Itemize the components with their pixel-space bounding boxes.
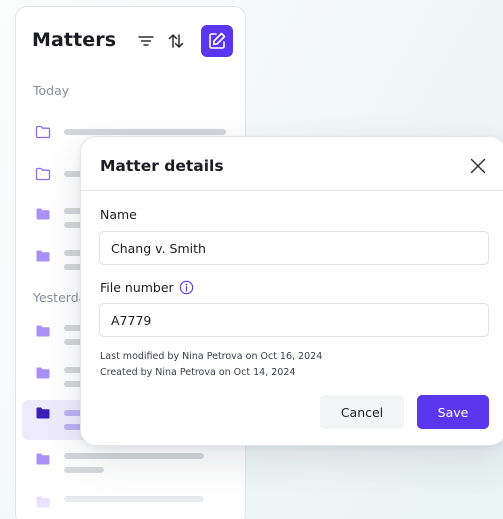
file-number-input[interactable] [99,303,489,337]
matter-details-dialog: Matter details Name File number Last mod… [80,136,503,446]
folder-icon [36,250,50,262]
name-label: Name [100,207,137,222]
folder-outline-icon [35,167,51,181]
close-icon [470,158,486,174]
folder-icon [36,407,50,419]
skeleton-title [64,129,226,135]
skeleton-title [64,453,204,459]
cancel-button[interactable]: Cancel [320,395,404,429]
folder-icon [36,496,50,508]
created-text: Created by Nina Petrova on Oct 14, 2024 [100,367,296,378]
section-label-today: Today [33,83,70,98]
new-matter-button[interactable] [201,25,233,57]
new-matter-icon [209,32,226,49]
skeleton-subtitle [64,467,104,473]
list-item[interactable] [22,489,241,519]
folder-icon [36,367,50,379]
list-item[interactable] [22,446,241,486]
folder-icon [36,453,50,465]
file-number-label: File number [100,280,194,295]
info-icon[interactable] [179,280,194,295]
filter-icon[interactable] [135,29,157,53]
sidebar-title: Matters [32,29,117,51]
folder-icon [36,325,50,337]
close-button[interactable] [467,155,489,177]
sort-icon[interactable] [164,29,188,53]
folder-outline-icon [35,125,51,139]
save-button[interactable]: Save [417,395,489,429]
name-input[interactable] [99,231,489,265]
last-modified-text: Last modified by Nina Petrova on Oct 16,… [100,351,323,362]
folder-icon [36,208,50,220]
skeleton-title [64,496,204,502]
dialog-divider [81,190,503,191]
dialog-title: Matter details [100,157,224,175]
